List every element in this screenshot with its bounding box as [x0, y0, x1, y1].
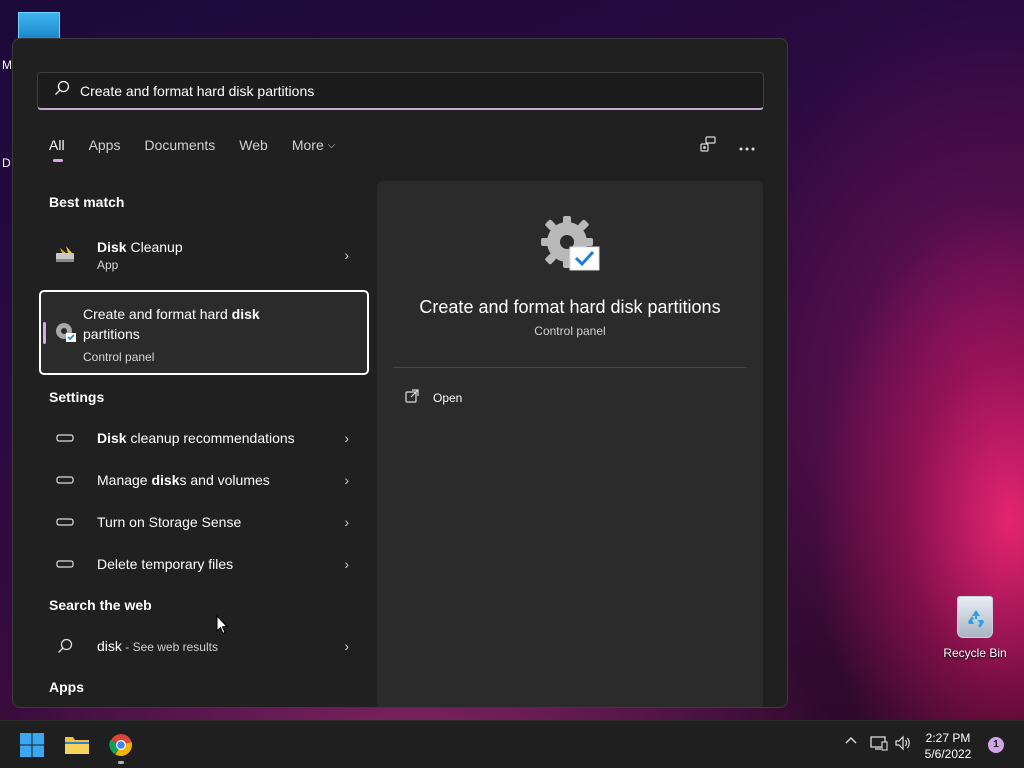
mouse-cursor-icon [216, 614, 229, 640]
setting-manage-disks[interactable]: Manage disks and volumes › [39, 469, 369, 491]
show-hidden-icons[interactable] [844, 735, 858, 745]
windows-logo-icon [20, 733, 44, 757]
notification-badge[interactable]: 1 [988, 737, 1004, 753]
setting-storage-sense[interactable]: Turn on Storage Sense › [39, 511, 369, 533]
divider [393, 367, 747, 368]
tab-documents[interactable]: Documents [144, 137, 215, 153]
detail-title: Create and format hard disk partitions [419, 297, 721, 317]
chrome-button[interactable] [107, 731, 135, 759]
search-icon [54, 80, 70, 101]
start-button[interactable] [18, 731, 46, 759]
setting-disk-cleanup-recommendations[interactable]: Disk cleanup recommendations › [39, 427, 369, 449]
chevron-right-icon: › [344, 638, 349, 654]
clock-date: 5/6/2022 [924, 747, 972, 761]
chevron-up-icon [845, 737, 857, 744]
web-result-disk[interactable]: disk - See web results › [39, 635, 369, 657]
volume-icon[interactable] [894, 735, 912, 751]
chevron-right-icon: › [344, 556, 349, 572]
settings-item-icon [53, 518, 77, 526]
desktop-icon-label-partial: D [2, 156, 11, 170]
file-explorer-button[interactable] [63, 731, 91, 759]
control-panel-gear-icon [539, 215, 601, 278]
tab-more[interactable]: More ⌵ [292, 137, 336, 153]
chevron-down-icon: ⌵ [327, 139, 336, 151]
settings-item-icon [53, 476, 77, 484]
chrome-icon [109, 734, 132, 756]
section-search-web: Search the web [49, 597, 152, 613]
search-icon [53, 638, 77, 654]
disk-cleanup-icon [53, 244, 77, 266]
chevron-right-icon: › [344, 430, 349, 446]
running-indicator [118, 761, 124, 764]
settings-item-icon [53, 434, 77, 442]
open-external-icon [405, 389, 419, 406]
desktop-icon-label-partial: M [2, 58, 12, 72]
search-input[interactable] [80, 82, 720, 99]
folder-icon [65, 737, 89, 754]
recycle-bin-icon [957, 596, 993, 638]
chevron-right-icon: › [344, 472, 349, 488]
open-action[interactable]: Open [405, 389, 462, 406]
setting-delete-temp-files[interactable]: Delete temporary files › [39, 553, 369, 575]
result-subtitle: Control panel [83, 350, 155, 364]
section-best-match: Best match [49, 194, 125, 210]
taskbar: 2:27 PM 5/6/2022 1 [0, 720, 1024, 768]
recycle-bin[interactable]: Recycle Bin [940, 596, 1010, 660]
section-settings: Settings [49, 389, 105, 405]
clock[interactable]: 2:27 PM 5/6/2022 [916, 730, 980, 762]
detail-subtitle: Control panel [534, 324, 606, 338]
chevron-right-icon: › [344, 514, 349, 530]
network-icon[interactable] [870, 735, 888, 751]
more-options-icon[interactable] [739, 138, 755, 156]
settings-item-icon [53, 560, 77, 568]
desktop-icon-folder[interactable] [18, 12, 60, 40]
tab-web[interactable]: Web [239, 137, 268, 153]
result-create-format-partitions[interactable]: Create and format hard disk partitions C… [39, 290, 369, 375]
result-disk-cleanup[interactable]: Disk Cleanup App › [39, 235, 369, 275]
clock-time: 2:27 PM [925, 731, 971, 745]
tab-all[interactable]: All [49, 137, 65, 162]
detail-pane: Create and format hard disk partitions C… [377, 181, 763, 707]
share-device-icon[interactable] [699, 135, 717, 158]
section-apps: Apps [49, 679, 84, 695]
control-panel-gear-icon [53, 320, 77, 349]
result-subtitle: App [97, 257, 119, 272]
chevron-right-icon: › [344, 247, 349, 263]
selection-accent [43, 322, 46, 344]
tab-apps[interactable]: Apps [89, 137, 121, 153]
filter-tabs: All Apps Documents Web More ⌵ [49, 137, 359, 162]
recycle-bin-label: Recycle Bin [943, 646, 1007, 660]
open-label: Open [433, 390, 463, 405]
search-panel: All Apps Documents Web More⌵ Best match … [12, 38, 788, 708]
search-box[interactable] [37, 72, 764, 110]
